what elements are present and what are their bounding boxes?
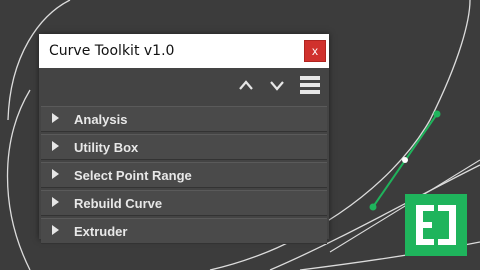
control-point[interactable] <box>369 203 377 211</box>
section-label: Utility Box <box>74 140 139 155</box>
curve-point[interactable] <box>402 157 408 163</box>
brand-logo-icon <box>416 205 456 245</box>
section-extruder[interactable]: Extruder <box>41 218 327 244</box>
section-rebuild-curve[interactable]: Rebuild Curve <box>41 190 327 216</box>
section-label: Select Point Range <box>74 168 192 183</box>
expand-arrow-icon <box>52 169 59 179</box>
title-bar[interactable]: Curve Toolkit v1.0 x <box>39 34 329 68</box>
curve-toolkit-window: Curve Toolkit v1.0 x Analysis Utility Bo… <box>39 34 329 244</box>
section-list: Analysis Utility Box Select Point Range … <box>41 106 327 246</box>
expand-arrow-icon <box>52 197 59 207</box>
curve-line <box>6 89 31 270</box>
control-point[interactable] <box>433 110 441 118</box>
section-analysis[interactable]: Analysis <box>41 106 327 132</box>
expand-arrow-icon <box>52 113 59 123</box>
section-label: Rebuild Curve <box>74 196 163 211</box>
section-label: Analysis <box>74 112 128 127</box>
menu-icon[interactable] <box>300 76 320 99</box>
brand-logo <box>405 194 467 256</box>
section-label: Extruder <box>74 224 128 239</box>
chevron-down-icon[interactable] <box>269 78 285 96</box>
expand-arrow-icon <box>52 225 59 235</box>
toolbar <box>39 68 329 102</box>
section-utility-box[interactable]: Utility Box <box>41 134 327 160</box>
expand-arrow-icon <box>52 141 59 151</box>
close-button[interactable]: x <box>304 40 326 62</box>
section-select-point-range[interactable]: Select Point Range <box>41 162 327 188</box>
window-title: Curve Toolkit v1.0 <box>49 43 175 59</box>
chevron-up-icon[interactable] <box>238 78 254 96</box>
